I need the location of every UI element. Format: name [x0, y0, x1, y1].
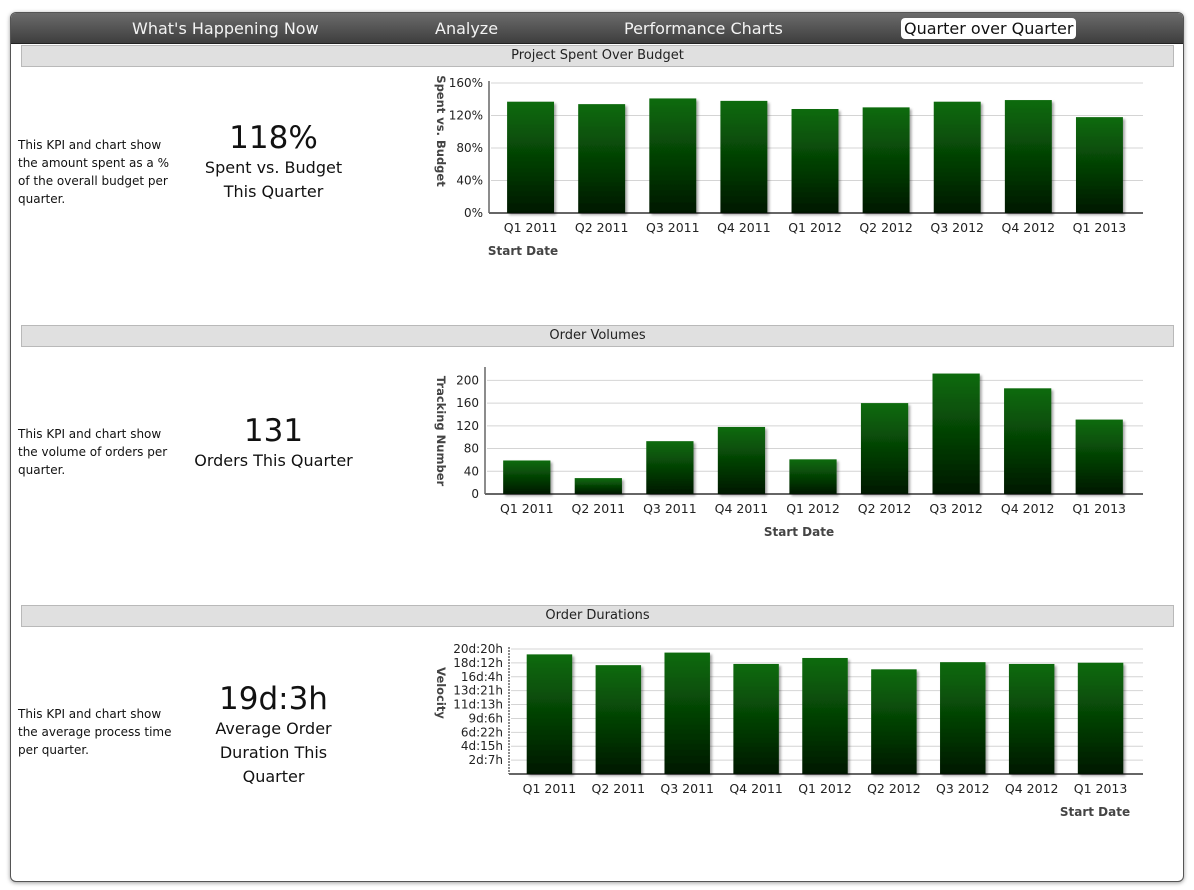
bar — [526, 654, 573, 774]
x-tick-label: Q1 2012 — [798, 781, 852, 796]
bar — [595, 665, 642, 774]
y-tick-label: 2d:7h — [468, 753, 503, 767]
x-tick-label: Q4 2011 — [729, 781, 783, 796]
bar — [802, 657, 848, 774]
y-tick-label: 13d:21h — [453, 684, 503, 698]
y-tick-label: 9d:6h — [468, 711, 503, 725]
bar — [940, 662, 986, 774]
x-tick-label: Q2 2011 — [592, 781, 646, 796]
y-tick-label: 6d:22h — [461, 725, 503, 739]
x-tick-label: Q3 2012 — [936, 781, 990, 796]
y-axis-title: Velocity — [434, 667, 448, 719]
x-tick-label: Q2 2012 — [867, 781, 921, 796]
x-tick-label: Q3 2011 — [660, 781, 714, 796]
y-tick-label: 11d:13h — [453, 698, 503, 712]
y-tick-label: 18d:12h — [453, 656, 503, 670]
chart-order-durations: 2d:7h4d:15h6d:22h9d:6h11d:13h13d:21h16d:… — [434, 642, 1143, 819]
bar — [1008, 663, 1055, 774]
bar — [733, 663, 779, 774]
x-tick-label: Q1 2013 — [1074, 781, 1128, 796]
dashboard-window: What's Happening Now Analyze Performance… — [10, 12, 1184, 882]
bar — [1077, 662, 1124, 774]
x-tick-label: Q1 2011 — [523, 781, 577, 796]
y-tick-label: 16d:4h — [461, 670, 503, 684]
y-tick-label: 4d:15h — [461, 739, 503, 753]
x-axis-title: Start Date — [1060, 805, 1130, 819]
bar — [871, 669, 917, 774]
y-tick-label: 20d:20h — [453, 642, 503, 656]
bar — [664, 652, 710, 774]
x-tick-label: Q4 2012 — [1005, 781, 1059, 796]
